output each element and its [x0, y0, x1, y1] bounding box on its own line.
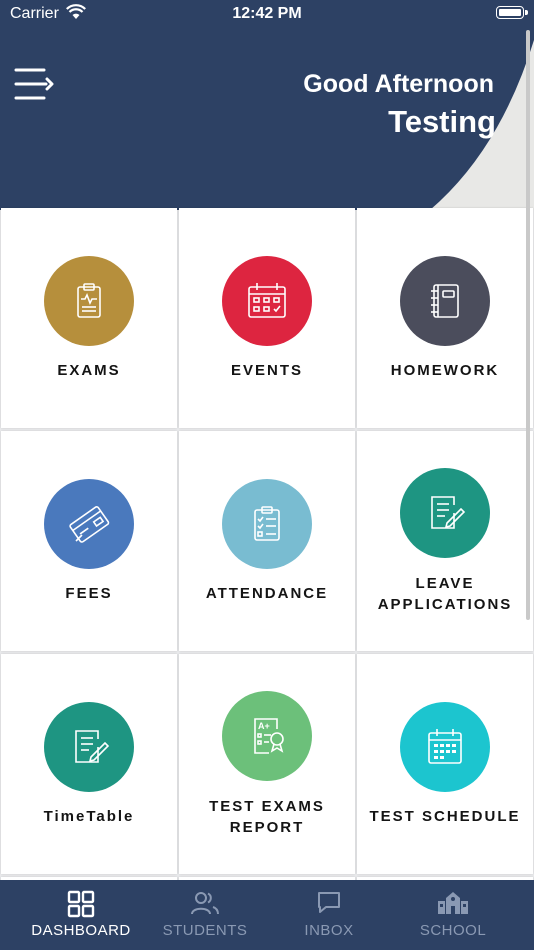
tile-label: TEST EXAMS REPORT: [179, 796, 355, 838]
svg-text:A+: A+: [258, 721, 270, 731]
test-schedule-icon-circle: [400, 702, 490, 792]
tile-label-line2: REPORT: [229, 819, 305, 836]
test-exams-report-icon-circle: A+: [222, 691, 312, 781]
users-icon: [191, 892, 219, 915]
tile-label-line1: TEST EXAMS: [209, 798, 325, 815]
clipboard-icon: [77, 283, 101, 318]
tile-attendance[interactable]: ATTENDANCE: [179, 431, 355, 651]
greeting-text: Good Afternoon: [303, 70, 494, 98]
tab-label: SCHOOL: [419, 922, 487, 939]
tile-leave-applications[interactable]: LEAVE APPLICATIONS: [357, 431, 533, 651]
school-icon: [438, 892, 468, 914]
tile-timetable[interactable]: TimeTable: [1, 654, 177, 874]
tile-label: EVENTS: [230, 362, 303, 379]
leave-applications-icon-circle: [400, 468, 490, 558]
tile-label-line2: APPLICATIONS: [377, 596, 513, 613]
exams-icon-circle: [44, 256, 134, 346]
edit-document-icon: [431, 496, 466, 529]
tile-label: EXAMS: [57, 362, 121, 379]
tile-label: HOMEWORK: [390, 362, 500, 379]
tab-bar: DASHBOARD STUDENTS INBOX SCHOOL: [0, 880, 534, 950]
message-icon: [318, 892, 340, 913]
tile-label: TEST SCHEDULE: [369, 808, 521, 825]
tab-dashboard[interactable]: DASHBOARD: [14, 880, 148, 950]
scrollbar[interactable]: [526, 30, 530, 620]
status-time: 12:42 PM: [232, 5, 302, 22]
fees-icon-circle: [44, 479, 134, 569]
tile-label: LEAVE APPLICATIONS: [357, 573, 533, 615]
events-icon-circle: [222, 256, 312, 346]
homework-icon-circle: [400, 256, 490, 346]
tile-label: TimeTable: [43, 808, 135, 825]
tile-label-line1: LEAVE: [415, 575, 475, 592]
tab-inbox[interactable]: INBOX: [262, 880, 396, 950]
user-name: Testing: [388, 104, 496, 139]
tile-label: ATTENDANCE: [205, 585, 329, 602]
grid-icon: [67, 890, 95, 918]
credit-card-icon: [69, 506, 110, 543]
tile-homework[interactable]: HOMEWORK: [357, 208, 533, 428]
menu-button[interactable]: [14, 66, 54, 102]
attendance-icon-circle: [222, 479, 312, 569]
tab-label: DASHBOARD: [31, 922, 131, 939]
graded-report-icon: A+: [254, 718, 284, 754]
tile-fees[interactable]: FEES: [1, 431, 177, 651]
tile-test-exams-report[interactable]: A+ TEST EXAMS REPORT: [179, 654, 355, 874]
header: Carrier 12:42 PM Good Afternoon Testing: [0, 0, 534, 210]
timetable-icon-circle: [44, 702, 134, 792]
tile-test-schedule[interactable]: TEST SCHEDULE: [357, 654, 533, 874]
tile-label: FEES: [65, 585, 113, 602]
menu-icon: [14, 68, 54, 100]
tab-students[interactable]: STUDENTS: [138, 880, 272, 950]
edit-document-icon: [75, 730, 110, 763]
notebook-icon: [431, 284, 459, 318]
calendar-icon: [248, 283, 286, 318]
checklist-icon: [254, 506, 280, 541]
calendar-icon: [428, 729, 462, 764]
battery-icon: [496, 6, 528, 19]
tile-exams[interactable]: EXAMS: [1, 208, 177, 428]
tab-label: INBOX: [304, 922, 354, 939]
tab-school[interactable]: SCHOOL: [386, 880, 520, 950]
tile-events[interactable]: EVENTS: [179, 208, 355, 428]
tab-label: STUDENTS: [162, 922, 248, 939]
status-bar: Carrier 12:42 PM: [0, 0, 534, 28]
